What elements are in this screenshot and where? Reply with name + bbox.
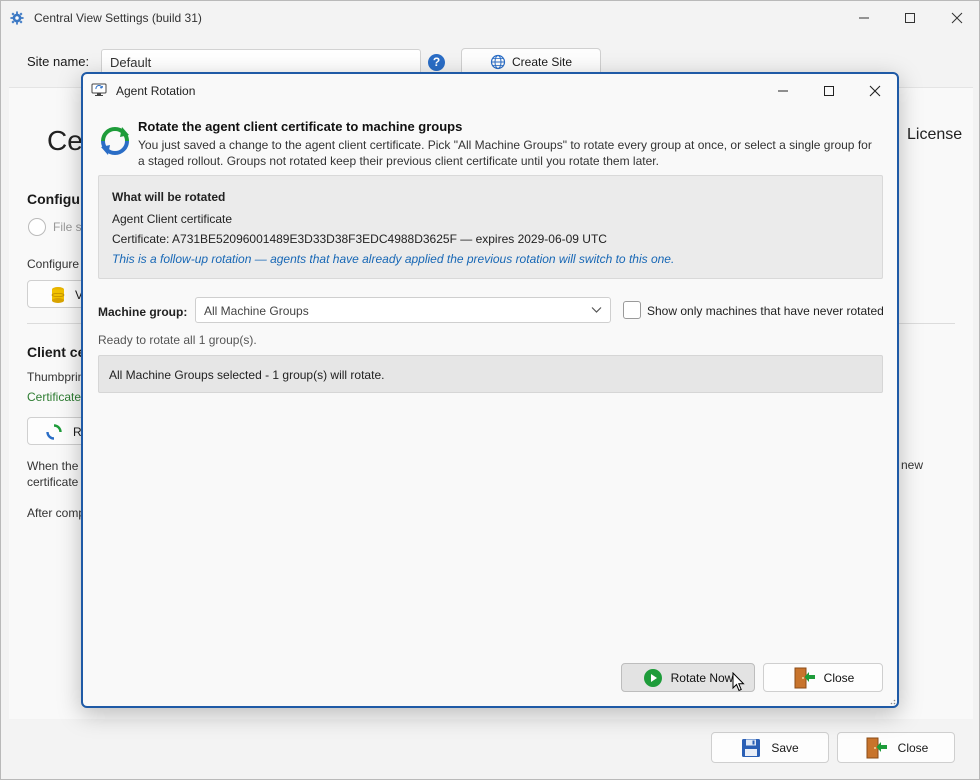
close-icon [951, 12, 963, 24]
monitor-sync-icon [91, 83, 107, 96]
certificate-status: Certificate [27, 390, 82, 404]
ready-status: Ready to rotate all 1 group(s). [98, 333, 257, 347]
close-window-button[interactable] [942, 7, 972, 29]
rotate-arrows-icon [101, 127, 129, 155]
window-title: Central View Settings (build 31) [34, 11, 202, 25]
maximize-icon [824, 86, 834, 96]
refresh-icon [46, 424, 62, 440]
minimize-icon [859, 17, 869, 19]
certificate-details: Certificate: A731BE52096001489E3D33D38F3… [112, 232, 607, 246]
dialog-title: Agent Rotation [116, 84, 196, 98]
follow-up-note: This is a follow-up rotation — agents th… [112, 252, 675, 266]
close-icon [869, 85, 881, 97]
machine-group-label: Machine group: [98, 305, 188, 319]
close-button-label: Close [897, 740, 929, 755]
selection-summary: All Machine Groups selected - 1 group(s)… [109, 368, 385, 382]
machine-group-value: All Machine Groups [204, 304, 309, 318]
exit-door-icon [866, 737, 887, 758]
thumbprint-label: Thumbprin [27, 370, 85, 384]
save-button-label: Save [771, 740, 799, 755]
configuration-heading: Configu [27, 191, 80, 207]
file-storage-radio[interactable] [28, 218, 46, 236]
exit-door-icon [794, 667, 815, 688]
globe-icon [490, 54, 506, 70]
maximize-button[interactable] [895, 7, 925, 29]
chevron-down-icon [591, 307, 602, 313]
file-storage-label: File s [53, 220, 82, 234]
after-description: After comp [27, 506, 86, 520]
minimize-button[interactable] [849, 7, 879, 29]
play-icon [643, 668, 662, 687]
license-tab[interactable]: License [907, 126, 962, 144]
info-title: What will be rotated [112, 190, 226, 204]
dialog-close-button[interactable]: Close [763, 663, 883, 692]
machine-group-select[interactable]: All Machine Groups [195, 297, 611, 323]
gear-icon [10, 11, 24, 25]
dialog-maximize-button[interactable] [814, 80, 844, 102]
mouse-cursor-icon [732, 672, 745, 692]
dialog-minimize-button[interactable] [768, 80, 798, 102]
dialog-description: You just saved a change to the agent cli… [138, 138, 872, 168]
database-button[interactable]: V [27, 280, 87, 308]
selection-summary-panel: All Machine Groups selected - 1 group(s)… [98, 355, 883, 393]
rotation-info-panel: What will be rotated Agent Client certif… [98, 175, 883, 279]
window-titlebar: Central View Settings (build 31) [1, 1, 979, 35]
create-site-label: Create Site [511, 55, 573, 69]
floppy-disk-icon [742, 738, 761, 757]
never-rotated-checkbox[interactable] [623, 301, 641, 319]
info-item: Agent Client certificate [112, 212, 233, 226]
maximize-icon [905, 13, 915, 23]
when-description: When the certificate [27, 459, 79, 489]
agent-rotation-dialog: Agent Rotation Rotate the agent client c… [81, 72, 899, 708]
site-name-label: Site name: [27, 54, 90, 69]
page-heading: Ce [47, 125, 83, 156]
dialog-close-label: Close [823, 670, 855, 685]
rotate-certificate-button[interactable]: R [27, 417, 87, 445]
close-button[interactable]: Close [837, 732, 955, 763]
dialog-titlebar: Agent Rotation [83, 74, 897, 108]
dialog-close-window-button[interactable] [860, 80, 890, 102]
dialog-heading: Rotate the agent client certificate to m… [138, 119, 463, 134]
never-rotated-label[interactable]: Show only machines that have never rotat… [647, 304, 884, 318]
save-button[interactable]: Save [711, 732, 829, 763]
when-description-tail: new [901, 458, 924, 472]
rotate-now-label: Rotate Now [670, 670, 734, 685]
resize-grip-icon[interactable] [888, 697, 896, 705]
minimize-icon [778, 90, 788, 92]
help-icon[interactable]: ? [428, 54, 445, 71]
client-certificate-heading: Client ce [27, 344, 86, 360]
configure-text: Configure [27, 257, 80, 271]
database-icon [51, 287, 65, 303]
